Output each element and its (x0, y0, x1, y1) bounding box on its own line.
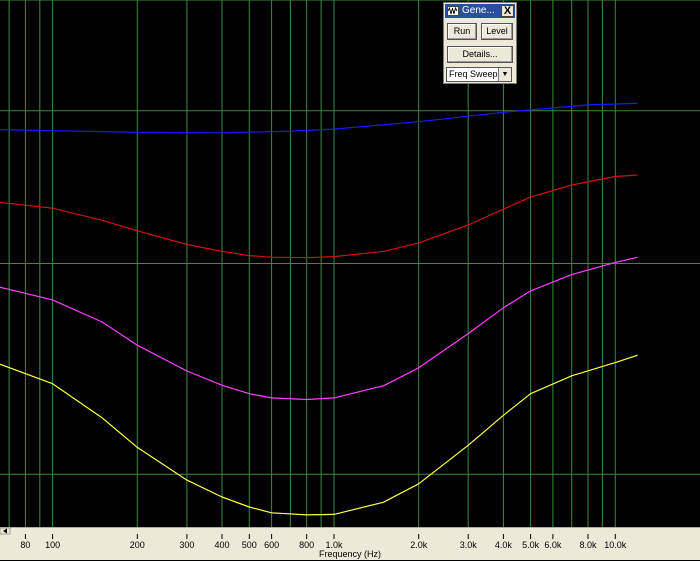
series-line-2 (0, 174, 638, 259)
frequency-sweep-plot (0, 0, 700, 527)
series-line-1 (0, 102, 638, 134)
series-line-3 (0, 256, 638, 401)
mode-select[interactable]: Freq Sweep ▼ (446, 67, 512, 82)
generator-title: Gene... (462, 5, 495, 16)
series-group (0, 102, 638, 516)
x-axis-title: Frequency (Hz) (318, 549, 381, 559)
generator-panel: Gene... X Run Level Details... Freq Swee… (443, 2, 517, 84)
run-button[interactable]: Run (447, 23, 477, 40)
x-tick-labels: 80 100 200 300 400 500 600 800 1.0k 2.0k 3.0k 4.0k 5… (20, 534, 627, 550)
x-axis-bar: 80 100 200 300 400 500 600 800 1.0k 2.0k 3.0k 4.0k 5… (0, 527, 700, 560)
details-button[interactable]: Details... (447, 46, 513, 63)
grid (0, 0, 700, 527)
series-line-4 (0, 354, 638, 516)
mode-select-value: Freq Sweep (449, 69, 498, 79)
close-button[interactable]: X (501, 5, 514, 17)
generator-titlebar[interactable]: Gene... X (445, 4, 515, 18)
chevron-down-icon[interactable]: ▼ (498, 68, 511, 81)
level-button[interactable]: Level (481, 23, 513, 40)
waveform-icon (447, 6, 459, 16)
